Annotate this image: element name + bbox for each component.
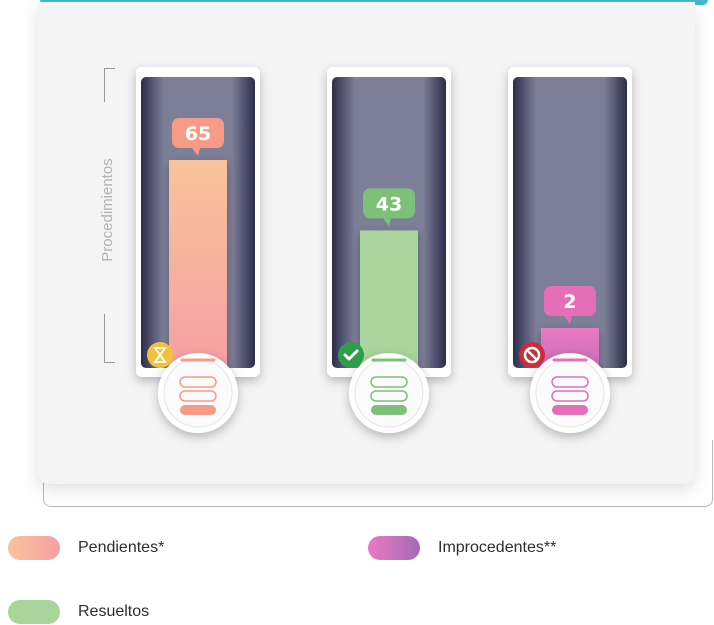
checkmark-icon bbox=[338, 342, 364, 368]
legend-item-resueltos: Resueltos bbox=[8, 600, 149, 624]
status-medallion-inner bbox=[163, 358, 233, 428]
bar-group-0: 65 bbox=[136, 67, 260, 433]
status-medallion-inner bbox=[535, 358, 605, 428]
legend-label-pendientes: Pendientes* bbox=[78, 539, 165, 556]
bar bbox=[169, 160, 227, 368]
prohibited-icon bbox=[519, 342, 545, 368]
legend-item-pendientes: Pendientes* bbox=[8, 536, 164, 560]
value-label: 65 bbox=[185, 123, 211, 145]
legend-swatch-resueltos bbox=[8, 600, 60, 624]
column-track bbox=[513, 77, 627, 368]
hourglass-icon bbox=[147, 342, 173, 368]
status-medallion-inner bbox=[354, 358, 424, 428]
value-label: 2 bbox=[563, 291, 576, 313]
bar-group-2: 2 bbox=[508, 67, 632, 433]
legend-label-improcedentes: Improcedentes** bbox=[438, 539, 557, 556]
legend-swatch-pendientes bbox=[8, 536, 60, 560]
flow-step-active bbox=[552, 405, 588, 415]
bar-group-1: 43 bbox=[327, 67, 451, 433]
flow-step-active bbox=[180, 405, 216, 415]
bar-chart: 65 43 2 bbox=[136, 67, 632, 433]
legend-item-improcedentes: Improcedentes** bbox=[368, 536, 556, 560]
bar bbox=[360, 230, 418, 368]
value-label: 43 bbox=[376, 193, 402, 215]
flow-step-active bbox=[371, 405, 407, 415]
legend-swatch-improcedentes bbox=[368, 536, 420, 560]
legend-label-resueltos: Resueltos bbox=[78, 603, 150, 620]
